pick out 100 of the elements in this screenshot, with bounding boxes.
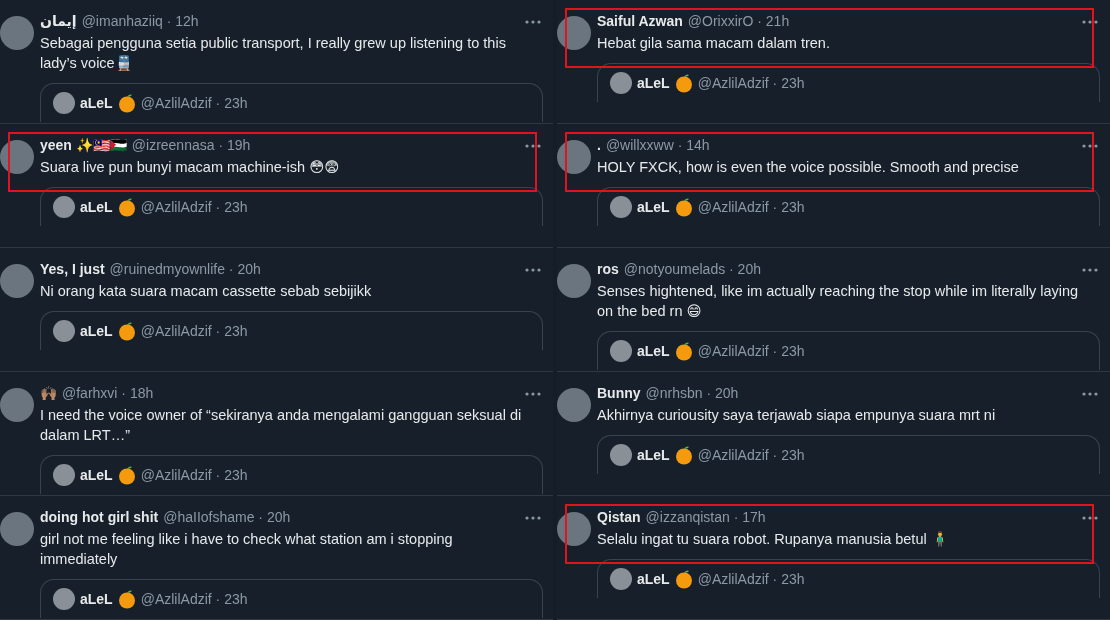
quoted-tweet-card[interactable]: aLeL @AzlilAdzif · 23h xyxy=(40,579,543,618)
user-name: aLeL xyxy=(80,93,113,113)
avatar[interactable] xyxy=(0,512,34,546)
avatar xyxy=(610,568,632,590)
handle-time: @nrhsbn · 20h xyxy=(645,384,739,403)
fruit-badge-icon xyxy=(117,197,136,217)
more-icon xyxy=(525,391,541,396)
quoted-tweet-card[interactable]: aLeL @AzlilAdzif · 23h xyxy=(597,559,1100,598)
quoted-tweet-card[interactable]: aLeL @AzlilAdzif · 23h xyxy=(40,83,543,122)
fruit-badge-icon xyxy=(117,465,136,485)
avatar[interactable] xyxy=(557,140,591,174)
quoted-tweet-card[interactable]: aLeL @AzlilAdzif · 23h xyxy=(597,435,1100,474)
avatar xyxy=(610,444,632,466)
quoted-tweet-card[interactable]: aLeL @AzlilAdzif · 23h xyxy=(40,455,543,494)
user-name[interactable]: 🙌🏽 xyxy=(40,384,57,403)
handle-time: @AzlilAdzif · 23h xyxy=(140,589,248,609)
quoted-tweet-card[interactable]: aLeL @AzlilAdzif · 23h xyxy=(597,187,1100,226)
tweet-text: Senses hightened, like im actually reaching the stop while im literally laying on the bed rn 😄 xyxy=(597,282,1080,321)
handle-time: @AzlilAdzif · 23h xyxy=(140,93,248,113)
tweet-text: girl not me feeling like i have to check what station am i stopping immediately xyxy=(40,530,454,569)
fruit-badge-icon xyxy=(674,569,693,589)
user-name: aLeL xyxy=(80,465,113,485)
user-name: aLeL xyxy=(637,569,670,589)
fruit-badge-icon xyxy=(117,93,136,113)
fruit-badge-icon xyxy=(117,589,136,609)
user-name[interactable]: doing hot girl shit xyxy=(40,508,159,527)
tweet-text: Sebagai pengguna setia public transport, I really grew up listening to this lady’s voice🚆 xyxy=(40,34,507,73)
avatar xyxy=(53,320,75,342)
avatar xyxy=(53,464,75,486)
user-name: aLeL xyxy=(637,73,670,93)
tweet-text: I need the voice owner of “sekiranya anda mengalami gangguan seksual di dalam LRT…” xyxy=(40,406,523,445)
handle-time: @ruinedmyownlife · 20h xyxy=(109,260,261,279)
tweet-text: Selalu ingat tu suara robot. Rupanya manusia betul 🧍‍♂ xyxy=(597,530,950,549)
user-name: aLeL xyxy=(80,589,113,609)
user-name: aLeL xyxy=(80,197,113,217)
handle-time: @AzlilAdzif · 23h xyxy=(140,465,248,485)
avatar xyxy=(53,92,75,114)
handle-time: @OrixxirO · 21h xyxy=(687,12,790,31)
fruit-badge-icon xyxy=(674,197,693,217)
user-name[interactable]: Qistan xyxy=(597,508,641,527)
more-icon xyxy=(525,267,541,272)
avatar xyxy=(53,588,75,610)
user-name[interactable]: إيمان xyxy=(40,12,77,31)
avatar[interactable] xyxy=(557,16,591,50)
avatar[interactable] xyxy=(0,388,34,422)
tweet-text: HOLY FXCK, how is even the voice possible. Smooth and precise xyxy=(597,158,1020,177)
avatar xyxy=(610,340,632,362)
handle-time: @AzlilAdzif · 23h xyxy=(140,197,248,217)
handle-time: @imanhaziiq · 12h xyxy=(81,12,199,31)
tweet-text: Hebat gila sama macam dalam tren. xyxy=(597,34,831,53)
more-icon xyxy=(525,143,541,148)
handle-time: @AzlilAdzif · 23h xyxy=(697,569,805,589)
handle-time: @AzlilAdzif · 23h xyxy=(697,73,805,93)
tweet-text: Ni orang kata suara macam cassette sebab sebijikk xyxy=(40,282,373,301)
avatar[interactable] xyxy=(557,512,591,546)
user-name: aLeL xyxy=(637,341,670,361)
avatar[interactable] xyxy=(557,264,591,298)
more-icon xyxy=(525,515,541,520)
handle-time: @izzanqistan · 17h xyxy=(645,508,766,527)
avatar xyxy=(610,72,632,94)
fruit-badge-icon xyxy=(674,445,693,465)
fruit-badge-icon xyxy=(117,321,136,341)
quoted-tweet-card[interactable]: aLeL @AzlilAdzif · 23h xyxy=(40,187,543,226)
more-icon xyxy=(1082,267,1098,272)
quoted-tweet-card[interactable]: aLeL @AzlilAdzif · 23h xyxy=(597,331,1100,370)
handle-time: @AzlilAdzif · 23h xyxy=(697,341,805,361)
user-name: aLeL xyxy=(637,445,670,465)
fruit-badge-icon xyxy=(674,341,693,361)
handle-time: @farhxvi · 18h xyxy=(62,384,154,403)
tweet-text: Akhirnya curiousity saya terjawab siapa empunya suara mrt ni xyxy=(597,406,997,425)
user-name: aLeL xyxy=(637,197,670,217)
user-name[interactable]: . xyxy=(597,136,601,155)
avatar[interactable] xyxy=(0,16,34,50)
more-icon xyxy=(1082,19,1098,24)
user-name[interactable]: Yes, I just xyxy=(40,260,105,279)
handle-time: @AzlilAdzif · 23h xyxy=(140,321,248,341)
user-name[interactable]: Saiful Azwan xyxy=(597,12,683,31)
quoted-tweet-card[interactable]: aLeL @AzlilAdzif · 23h xyxy=(40,311,543,350)
handle-time: @haIIofshame · 20h xyxy=(163,508,291,527)
handle-time: @AzlilAdzif · 23h xyxy=(697,445,805,465)
more-icon xyxy=(1082,391,1098,396)
user-name: aLeL xyxy=(80,321,113,341)
handle-time: @willxxww · 14h xyxy=(605,136,710,155)
avatar[interactable] xyxy=(0,264,34,298)
more-icon xyxy=(525,19,541,24)
fruit-badge-icon xyxy=(674,73,693,93)
handle-time: @izreennasa · 19h xyxy=(131,136,251,155)
more-icon xyxy=(1082,143,1098,148)
quoted-tweet-card[interactable]: aLeL @AzlilAdzif · 23h xyxy=(597,63,1100,102)
avatar[interactable] xyxy=(0,140,34,174)
handle-time: @notyoumelads · 20h xyxy=(623,260,761,279)
user-name[interactable]: yeen ✨🇲🇾🇵🇸 xyxy=(40,136,127,155)
handle-time: @AzlilAdzif · 23h xyxy=(697,197,805,217)
user-name[interactable]: Bunny xyxy=(597,384,641,403)
avatar[interactable] xyxy=(557,388,591,422)
user-name[interactable]: ros xyxy=(597,260,619,279)
more-icon xyxy=(1082,515,1098,520)
avatar xyxy=(53,196,75,218)
tweet-text: Suara live pun bunyi macam machine-ish 😳😨 xyxy=(40,158,341,177)
avatar xyxy=(610,196,632,218)
